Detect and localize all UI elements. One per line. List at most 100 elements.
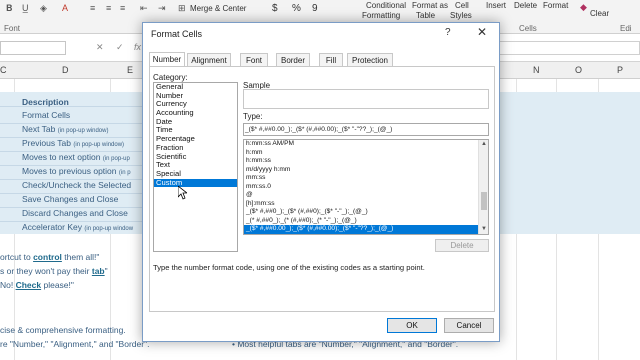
format-code-item[interactable]: h:mm:ss bbox=[244, 157, 478, 166]
insert-function-icon[interactable]: fx bbox=[134, 42, 141, 52]
tab-alignment[interactable]: Alignment bbox=[187, 53, 231, 67]
table-row[interactable]: Check/Uncheck the Selected bbox=[22, 180, 131, 193]
editing-group-label: Edi bbox=[620, 24, 632, 33]
row-text: Previous Tab bbox=[22, 138, 71, 148]
bold-icon[interactable]: 𝐁 bbox=[6, 3, 12, 14]
note-text: them all!" bbox=[61, 252, 100, 262]
row-text: Discard Changes and Close bbox=[22, 208, 128, 218]
table-row[interactable]: Format Cells bbox=[22, 110, 70, 123]
format-cells-button[interactable]: Format bbox=[543, 1, 568, 10]
cells-group-label: Cells bbox=[519, 24, 537, 33]
table-row[interactable]: Moves to previous option (in p bbox=[22, 166, 131, 179]
note-text: s or they won't pay their bbox=[0, 266, 92, 276]
underline-icon[interactable]: U̲ bbox=[22, 3, 29, 13]
note-line-1: ortcut to control them all!" bbox=[0, 252, 99, 262]
align-center-icon[interactable]: ≡ bbox=[106, 3, 111, 13]
decrease-indent-icon[interactable]: ⇤ bbox=[140, 3, 148, 14]
conditional-formatting-label1[interactable]: Conditional bbox=[366, 1, 406, 10]
format-code-item[interactable]: h:mm:ss AM/PM bbox=[244, 140, 478, 149]
row-text: Moves to next option bbox=[22, 152, 101, 162]
row-text: Accelerator Key bbox=[22, 222, 82, 232]
name-box[interactable] bbox=[0, 41, 66, 55]
note-line-4: cise & comprehensive formatting. bbox=[0, 325, 126, 335]
type-input[interactable]: _($* #,##0.00_);_($* (#,##0.00);_($* "-"… bbox=[243, 123, 489, 136]
format-code-item[interactable]: mm:ss bbox=[244, 174, 478, 183]
delete-cells-button[interactable]: Delete bbox=[514, 1, 537, 10]
cell-styles-label1[interactable]: Cell bbox=[455, 1, 469, 10]
eraser-icon[interactable]: ◆ bbox=[580, 2, 587, 13]
format-as-table-label2[interactable]: Table bbox=[416, 11, 435, 20]
cancel-entry-icon[interactable]: ✕ bbox=[96, 42, 104, 53]
format-code-item[interactable]: h:mm bbox=[244, 149, 478, 158]
insert-button[interactable]: Insert bbox=[486, 1, 506, 10]
format-code-item[interactable]: @ bbox=[244, 191, 478, 200]
category-label: Category: bbox=[153, 73, 188, 82]
scroll-up-icon[interactable]: ▲ bbox=[481, 141, 487, 147]
help-button[interactable]: ? bbox=[445, 27, 451, 38]
mouse-cursor-icon bbox=[178, 186, 187, 200]
table-row[interactable]: Next Tab (in pop-up window) bbox=[22, 124, 108, 137]
ok-button[interactable]: OK bbox=[387, 318, 437, 333]
category-item-selected[interactable]: Custom bbox=[154, 178, 237, 188]
enter-entry-icon[interactable]: ✓ bbox=[116, 42, 124, 53]
format-code-item[interactable]: _(* #,##0_);_(* (#,##0);_(* "-"_);_(@_) bbox=[244, 217, 478, 226]
table-row[interactable]: Save Changes and Close bbox=[22, 194, 118, 207]
row-note: (in pop-up bbox=[102, 156, 130, 162]
column-header-p[interactable]: P bbox=[617, 65, 623, 75]
note-emphasis: Check bbox=[15, 280, 42, 290]
format-code-item-selected[interactable]: _($* #,##0.00_);_($* (#,##0.00);_($* "-"… bbox=[244, 225, 478, 234]
table-row[interactable]: Discard Changes and Close bbox=[22, 208, 128, 221]
description-table: Format Cells Next Tab (in pop-up window)… bbox=[0, 92, 148, 234]
conditional-formatting-label2[interactable]: Formatting bbox=[362, 11, 400, 20]
format-code-item[interactable]: mm:ss.0 bbox=[244, 183, 478, 192]
increase-indent-icon[interactable]: ⇥ bbox=[158, 3, 166, 14]
fill-color-icon[interactable]: ◈ bbox=[40, 3, 47, 14]
type-label: Type: bbox=[243, 112, 263, 121]
format-code-item[interactable]: m/d/yyyy h:mm bbox=[244, 166, 478, 175]
font-group-label: Font bbox=[4, 24, 21, 33]
note-line-5: re "Number," "Alignment," and "Border". bbox=[0, 339, 150, 349]
merge-icon[interactable]: ⊞ bbox=[178, 3, 186, 14]
delete-format-button[interactable]: Delete bbox=[435, 239, 489, 252]
format-code-list[interactable]: h:mm:ss AM/PM h:mm h:mm:ss m/d/yyyy h:mm… bbox=[243, 139, 489, 235]
column-header-o[interactable]: O bbox=[575, 65, 582, 75]
format-as-table-label1[interactable]: Format as bbox=[412, 1, 448, 10]
format-code-item[interactable]: [h]:mm:ss bbox=[244, 200, 478, 209]
tab-protection[interactable]: Protection bbox=[347, 53, 393, 67]
tab-number[interactable]: Number bbox=[149, 52, 185, 67]
table-row[interactable]: Accelerator Key (in pop-up window bbox=[22, 222, 133, 235]
table-row[interactable]: Moves to next option (in pop-up bbox=[22, 152, 130, 165]
right-table-band bbox=[497, 92, 640, 234]
align-left-icon[interactable]: ≡ bbox=[90, 3, 95, 13]
table-row[interactable]: Previous Tab (in pop-up window) bbox=[22, 138, 124, 151]
format-code-item[interactable]: _($* #,##0_);_($* (#,##0);_($* "-"_);_(@… bbox=[244, 208, 478, 217]
font-color-icon[interactable]: A bbox=[62, 3, 68, 13]
category-list[interactable]: General Number Currency Accounting Date … bbox=[153, 82, 238, 252]
comma-button[interactable]: 9 bbox=[312, 3, 318, 14]
cancel-button[interactable]: Cancel bbox=[444, 318, 494, 333]
row-text: Check/Uncheck the Selected bbox=[22, 180, 132, 190]
column-header-e[interactable]: E bbox=[127, 65, 133, 75]
note-text: No! bbox=[0, 280, 16, 290]
percent-button[interactable]: % bbox=[292, 3, 301, 14]
tab-font[interactable]: Font bbox=[240, 53, 268, 67]
format-list-scrollbar[interactable]: ▲ ▼ bbox=[478, 140, 488, 234]
cell-styles-label2[interactable]: Styles bbox=[450, 11, 472, 20]
merge-center-button[interactable]: Merge & Center bbox=[190, 4, 246, 13]
align-right-icon[interactable]: ≡ bbox=[120, 3, 125, 13]
tab-border[interactable]: Border bbox=[276, 53, 310, 67]
scroll-down-icon[interactable]: ▼ bbox=[481, 226, 487, 232]
row-note: (in pop-up window) bbox=[73, 142, 125, 148]
close-button[interactable]: ✕ bbox=[477, 25, 487, 39]
row-note: (in p bbox=[118, 170, 131, 176]
row-note: (in pop-up window bbox=[84, 226, 134, 232]
scroll-thumb[interactable] bbox=[481, 192, 487, 210]
currency-button[interactable]: $ bbox=[272, 3, 278, 14]
column-header-c[interactable]: C bbox=[0, 65, 7, 75]
clear-button[interactable]: Clear bbox=[590, 9, 609, 18]
format-cells-dialog: Format Cells ? ✕ Number Alignment Font B… bbox=[142, 22, 500, 342]
column-header-n[interactable]: N bbox=[533, 65, 540, 75]
tab-fill[interactable]: Fill bbox=[319, 53, 343, 67]
row-text: Save Changes and Close bbox=[22, 194, 119, 204]
column-header-d[interactable]: D bbox=[62, 65, 69, 75]
